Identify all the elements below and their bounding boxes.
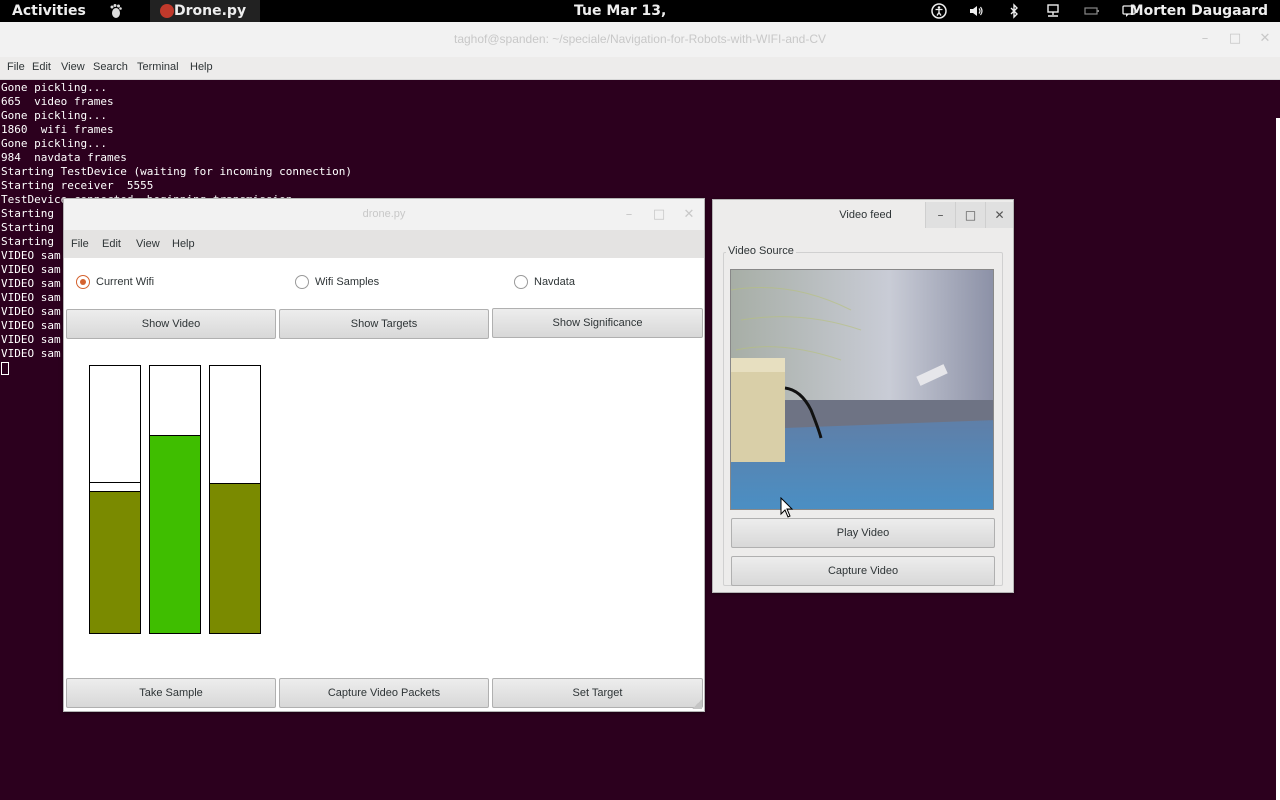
terminal-scrollbar[interactable] [1276, 118, 1280, 800]
close-icon[interactable]: ✕ [985, 202, 1013, 228]
video-source-label: Video Source [726, 245, 796, 257]
menu-terminal[interactable]: Terminal [137, 61, 179, 73]
signal-bar [89, 365, 141, 634]
show-video-button[interactable]: Show Video [66, 309, 276, 339]
terminal-line: Starting receiver 5555 [1, 179, 154, 192]
terminal-line: 665 video frames [1, 95, 114, 108]
terminal-menubar: File Edit View Search Terminal Help [0, 57, 1280, 80]
take-sample-button[interactable]: Take Sample [66, 678, 276, 708]
close-icon[interactable]: ✕ [682, 208, 696, 222]
gnome-foot-icon[interactable] [107, 0, 123, 22]
accessibility-icon[interactable] [931, 0, 947, 22]
resize-grip-icon[interactable] [692, 699, 702, 709]
maximize-icon[interactable]: □ [652, 208, 666, 222]
minimize-icon[interactable]: – [622, 208, 636, 222]
bar-fill [150, 435, 200, 633]
network-icon[interactable] [1045, 0, 1061, 22]
signal-bars [89, 365, 265, 635]
terminal-line: 984 navdata frames [1, 151, 127, 164]
set-target-button[interactable]: Set Target [492, 678, 703, 708]
capture-video-packets-button[interactable]: Capture Video Packets [279, 678, 489, 708]
signal-bar [209, 365, 261, 634]
terminal-line: Starting TestDevice (waiting for incomin… [1, 165, 352, 178]
drone-window-title: drone.py [362, 208, 406, 220]
menu-edit[interactable]: Edit [102, 238, 121, 250]
terminal-title: taghof@spanden: ~/speciale/Navigation-fo… [453, 32, 827, 46]
minimize-icon[interactable]: – [1198, 32, 1212, 46]
app-menu[interactable]: Drone.py [150, 0, 260, 22]
clock[interactable]: Tue Mar 13, 10:46 [574, 0, 714, 41]
top-panel: Activities Drone.py Tue Mar 13, 10:46 Mo… [0, 0, 1280, 41]
menu-view[interactable]: View [61, 61, 85, 73]
menu-edit[interactable]: Edit [32, 61, 51, 73]
activities-button[interactable]: Activities [12, 0, 86, 22]
maximize-icon[interactable]: □ [955, 202, 985, 228]
drone-titlebar[interactable]: drone.py – □ ✕ [64, 199, 704, 230]
close-icon[interactable]: ✕ [1258, 32, 1272, 46]
mouse-cursor-icon [780, 496, 794, 519]
menu-help[interactable]: Help [172, 238, 195, 250]
menu-view[interactable]: View [136, 238, 160, 250]
drone-window: drone.py – □ ✕ File Edit View Help Curre… [63, 198, 705, 712]
app-menu-label: Drone.py [174, 3, 247, 19]
user-menu[interactable]: Morten Daugaard [1130, 0, 1268, 22]
radio-indicator-icon [514, 275, 528, 289]
menu-file[interactable]: File [71, 238, 89, 250]
radio-indicator-icon [76, 275, 90, 289]
maximize-icon[interactable]: □ [1228, 32, 1242, 46]
radio-label: Wifi Samples [315, 276, 380, 288]
bar-fill [90, 491, 140, 633]
video-titlebar[interactable]: Video feed – □ ✕ [713, 200, 1013, 230]
terminal-line: Gone pickling... [1, 109, 107, 122]
terminal-line: 1860 wifi frames [1, 123, 114, 136]
menu-file[interactable]: File [7, 61, 25, 73]
app-icon [160, 4, 174, 18]
terminal-cursor [1, 361, 9, 375]
battery-icon[interactable] [1084, 0, 1100, 22]
terminal-line: Gone pickling... [1, 137, 107, 150]
radio-label: Current Wifi [96, 276, 155, 288]
menu-help[interactable]: Help [190, 61, 213, 73]
drone-menubar: File Edit View Help [64, 230, 704, 258]
capture-video-button[interactable]: Capture Video [731, 556, 995, 586]
terminal-line: Gone pickling... [1, 81, 107, 94]
minimize-icon[interactable]: – [925, 202, 955, 228]
terminal-titlebar[interactable]: taghof@spanden: ~/speciale/Navigation-fo… [0, 22, 1280, 57]
show-targets-button[interactable]: Show Targets [279, 309, 489, 339]
radio-label: Navdata [534, 276, 575, 288]
bluetooth-icon[interactable] [1006, 0, 1022, 22]
video-feed-window: Video feed – □ ✕ Video Source Play Video… [712, 199, 1014, 593]
show-significance-button[interactable]: Show Significance [492, 308, 703, 338]
menu-search[interactable]: Search [93, 61, 128, 73]
bar-marker [90, 482, 140, 483]
video-window-title: Video feed [839, 209, 892, 221]
radio-indicator-icon [295, 275, 309, 289]
bar-fill [210, 483, 260, 633]
video-preview-image [730, 269, 994, 510]
volume-icon[interactable] [968, 0, 984, 22]
play-video-button[interactable]: Play Video [731, 518, 995, 548]
signal-bar [149, 365, 201, 634]
